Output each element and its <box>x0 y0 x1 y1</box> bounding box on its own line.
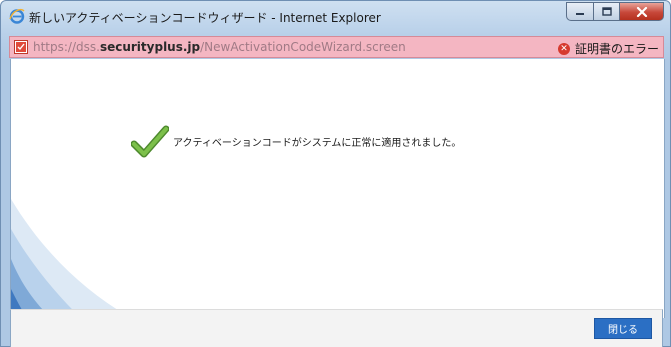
certificate-warning-page-icon <box>14 40 28 54</box>
browser-window: 新しいアクティベーションコードウィザード - Internet Explorer <box>0 0 671 347</box>
minimize-button[interactable] <box>566 2 593 21</box>
close-icon <box>636 6 647 17</box>
url-prefix: https://dss. <box>33 40 100 54</box>
url-text[interactable]: https://dss.securityplus.jp/NewActivatio… <box>33 40 406 54</box>
error-x-icon: ✕ <box>557 42 570 55</box>
window-controls <box>566 2 664 22</box>
checkmark-icon <box>131 125 169 158</box>
url-host: securityplus.jp <box>99 40 201 54</box>
address-bar[interactable]: https://dss.securityplus.jp/NewActivatio… <box>9 36 664 58</box>
certificate-error-label: 証明書のエラー <box>574 42 659 56</box>
title-bar[interactable]: 新しいアクティベーションコードウィザード - Internet Explorer <box>1 1 670 35</box>
internet-explorer-icon <box>9 9 25 24</box>
dialog-footer: 閉じる <box>10 309 663 347</box>
close-window-button[interactable] <box>619 2 664 21</box>
minimize-icon <box>576 12 584 15</box>
success-message: アクティベーションコードがシステムに正常に適用されました。 <box>173 138 462 149</box>
certificate-error-button[interactable]: ✕ 証明書のエラー <box>557 40 659 57</box>
decorative-swoosh <box>11 199 131 318</box>
maximize-icon <box>601 7 612 16</box>
dialog-content: アクティベーションコードがシステムに正常に適用されました。 <box>10 59 665 318</box>
close-button[interactable]: 閉じる <box>594 318 652 339</box>
maximize-button[interactable] <box>593 2 619 21</box>
window-title: 新しいアクティベーションコードウィザード - Internet Explorer <box>29 11 381 25</box>
url-path: /NewActivationCodeWizard.screen <box>200 40 406 54</box>
